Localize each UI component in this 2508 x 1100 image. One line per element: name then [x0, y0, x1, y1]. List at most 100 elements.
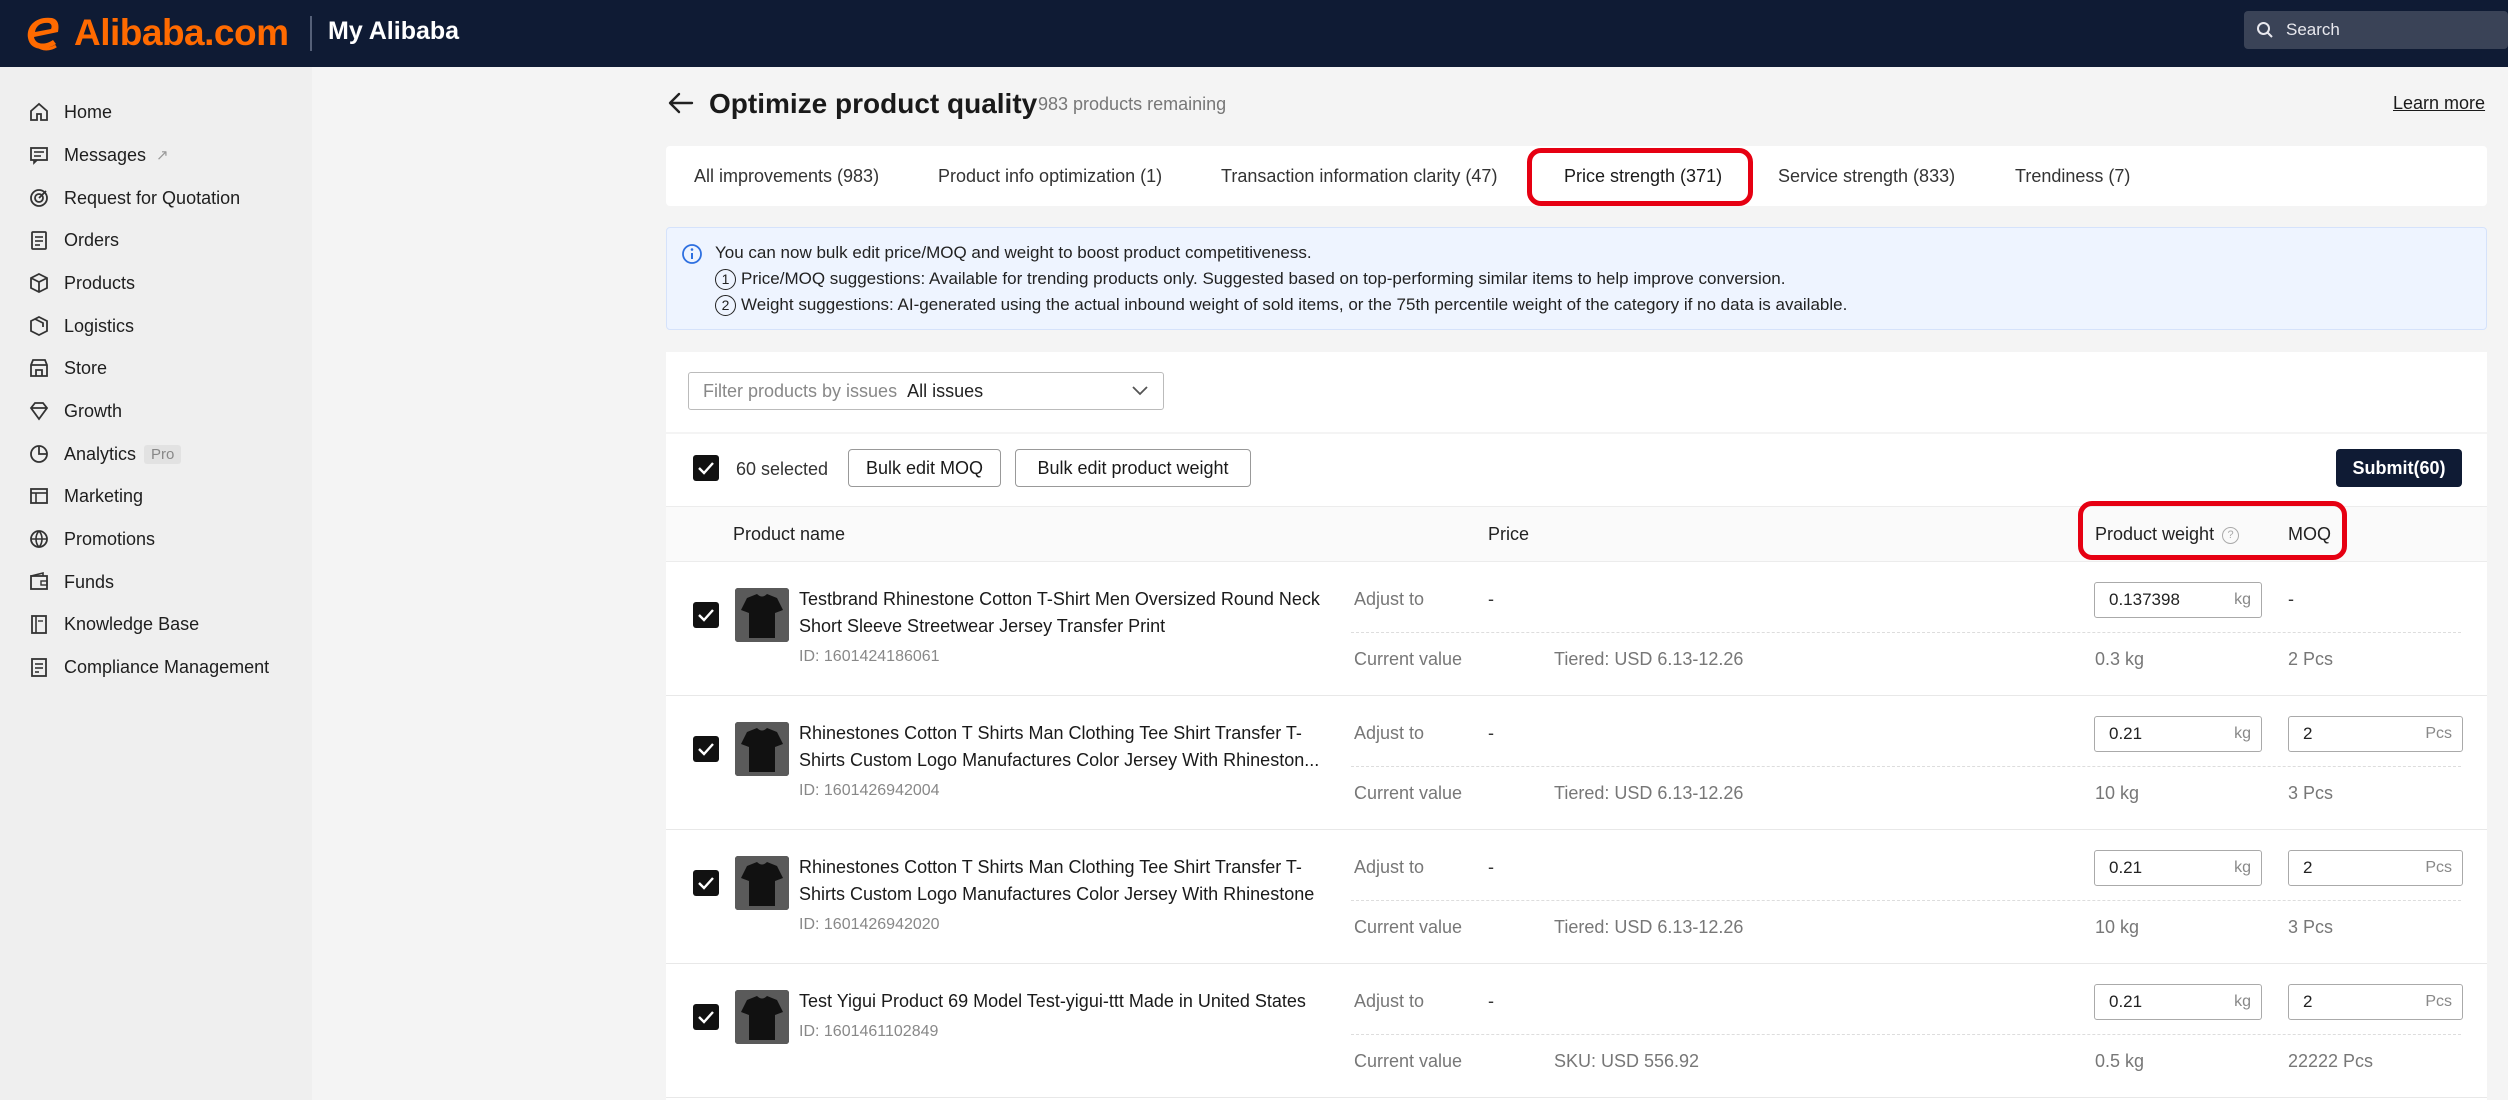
logo-text: Alibaba.com	[74, 12, 289, 53]
filter-value: All issues	[907, 380, 984, 401]
tshirt-image	[735, 588, 789, 642]
product-thumbnail[interactable]	[735, 856, 789, 910]
unit-pcs: Pcs	[2425, 993, 2452, 1010]
info-icon	[682, 244, 702, 264]
row-divider	[1351, 1034, 2461, 1035]
checkmark-icon	[698, 609, 714, 622]
sidebar-item-label: Logistics	[64, 315, 135, 336]
product-name[interactable]: Testbrand Rhinestone Cotton T-Shirt Men …	[799, 586, 1339, 640]
weight-value: 0.21	[2109, 858, 2143, 877]
sidebar-item-compliance[interactable]: Compliance Management	[28, 650, 269, 684]
row-checkbox[interactable]	[693, 736, 719, 762]
sidebar-item-label: Request for Quotation	[64, 187, 241, 208]
orders-icon	[31, 231, 47, 250]
tab-transaction-info[interactable]: Transaction information clarity (47)	[1221, 146, 1497, 206]
learn-more-link[interactable]: Learn more	[2393, 92, 2485, 114]
tab-all-improvements[interactable]: All improvements (983)	[694, 146, 879, 206]
sidebar-item-label: Store	[64, 357, 108, 378]
adjust-label: Adjust to	[1354, 589, 1425, 609]
tab-trendiness[interactable]: Trendiness (7)	[2015, 146, 2130, 206]
sidebar: Home Messages ↗ Request for Quotation Or…	[0, 67, 312, 1100]
weight-current: 0.5 kg	[2095, 1051, 2145, 1071]
tshirt-image	[735, 990, 789, 1044]
sidebar-item-store[interactable]: Store	[28, 351, 107, 385]
price-current: SKU: USD 556.92	[1554, 1051, 1700, 1071]
submit-button[interactable]: Submit(60)	[2336, 449, 2462, 487]
tab-product-info[interactable]: Product info optimization (1)	[938, 146, 1162, 206]
sidebar-item-orders[interactable]: Orders	[28, 223, 119, 257]
search-icon	[2257, 22, 2273, 38]
unit-kg: kg	[2234, 591, 2251, 608]
moq-input[interactable]: 2 Pcs	[2288, 716, 2463, 752]
alibaba-logo[interactable]: Alibaba.com	[22, 10, 289, 56]
highlight-ring-columns	[2078, 501, 2347, 560]
product-name[interactable]: Rhinestones Cotton T Shirts Man Clothing…	[799, 720, 1339, 774]
app-title[interactable]: My Alibaba	[328, 14, 459, 49]
table-row: Testbrand Rhinestone Cotton T-Shirt Men …	[666, 562, 2487, 696]
adjust-label: Adjust to	[1354, 857, 1425, 877]
sidebar-item-knowledge-base[interactable]: Knowledge Base	[28, 607, 199, 641]
product-name[interactable]: Rhinestones Cotton T Shirts Man Clothing…	[799, 854, 1339, 908]
back-arrow-icon[interactable]	[666, 88, 696, 118]
sidebar-item-label: Messages	[64, 144, 147, 165]
sidebar-item-logistics[interactable]: Logistics	[28, 309, 134, 343]
price-adjust: -	[1488, 723, 1494, 743]
sidebar-item-marketing[interactable]: Marketing	[28, 479, 143, 513]
weight-current: 10 kg	[2095, 917, 2140, 937]
checkmark-icon	[698, 877, 714, 890]
weight-input[interactable]: 0.21 kg	[2094, 850, 2262, 886]
table-row: Test Yigui Product 69 Model Test-yigui-t…	[666, 964, 2487, 1098]
tshirt-image	[735, 856, 789, 910]
knowledge-icon	[31, 615, 47, 634]
product-thumbnail[interactable]	[735, 990, 789, 1044]
weight-input[interactable]: 0.137398 kg	[2094, 582, 2262, 618]
weight-input[interactable]: 0.21 kg	[2094, 716, 2262, 752]
search-input[interactable]: Search	[2244, 11, 2508, 49]
weight-input[interactable]: 0.21 kg	[2094, 984, 2262, 1020]
table-row: Rhinestones Cotton T Shirts Man Clothing…	[666, 696, 2487, 830]
tab-service-strength[interactable]: Service strength (833)	[1778, 146, 1955, 206]
row-checkbox[interactable]	[693, 1004, 719, 1030]
moq-input[interactable]: 2 Pcs	[2288, 850, 2463, 886]
sidebar-item-rfq[interactable]: Request for Quotation	[28, 181, 240, 215]
sidebar-item-promotions[interactable]: Promotions	[28, 522, 155, 556]
row-checkbox[interactable]	[693, 870, 719, 896]
notice-line-1: You can now bulk edit price/MOQ and weig…	[715, 243, 1312, 262]
unit-kg: kg	[2234, 859, 2251, 876]
weight-value: 0.137398	[2109, 590, 2180, 609]
weight-current: 10 kg	[2095, 783, 2140, 803]
sidebar-item-funds[interactable]: Funds	[28, 565, 114, 599]
moq-current: 3 Pcs	[2288, 917, 2334, 937]
checkmark-icon	[698, 462, 714, 475]
moq-input[interactable]: 2 Pcs	[2288, 984, 2463, 1020]
sidebar-item-analytics[interactable]: Analytics Pro	[28, 437, 182, 471]
sidebar-item-messages[interactable]: Messages ↗	[28, 138, 169, 172]
sidebar-item-growth[interactable]: Growth	[28, 394, 122, 428]
price-current: Tiered: USD 6.13-12.26	[1554, 649, 1744, 669]
number-badge: 1	[715, 269, 736, 291]
row-checkbox[interactable]	[693, 602, 719, 628]
alibaba-logo-icon	[27, 17, 59, 51]
unit-pcs: Pcs	[2425, 859, 2452, 876]
product-thumbnail[interactable]	[735, 722, 789, 776]
filter-area: Filter products by issues All issues	[666, 352, 2487, 432]
sidebar-item-label: Home	[64, 101, 113, 122]
product-thumbnail[interactable]	[735, 588, 789, 642]
product-name[interactable]: Test Yigui Product 69 Model Test-yigui-t…	[799, 988, 1339, 1015]
price-current: Tiered: USD 6.13-12.26	[1554, 783, 1744, 803]
tshirt-image	[735, 722, 789, 776]
bulk-edit-moq-button[interactable]: Bulk edit MOQ	[848, 449, 1001, 487]
header-divider	[310, 16, 312, 51]
filter-issues-select[interactable]: Filter products by issues All issues	[688, 372, 1164, 410]
row-divider	[1351, 900, 2461, 901]
sidebar-item-label: Products	[64, 272, 136, 293]
checkmark-icon	[698, 1011, 714, 1024]
adjust-label: Adjust to	[1354, 991, 1425, 1011]
sidebar-item-label: Compliance Management	[64, 656, 270, 677]
sidebar-item-label: Marketing	[64, 485, 144, 506]
sidebar-item-home[interactable]: Home	[28, 95, 112, 129]
bulk-edit-weight-button[interactable]: Bulk edit product weight	[1015, 449, 1251, 487]
select-all-checkbox[interactable]	[693, 455, 719, 481]
sidebar-item-products[interactable]: Products	[28, 266, 135, 300]
funds-icon	[30, 571, 48, 590]
